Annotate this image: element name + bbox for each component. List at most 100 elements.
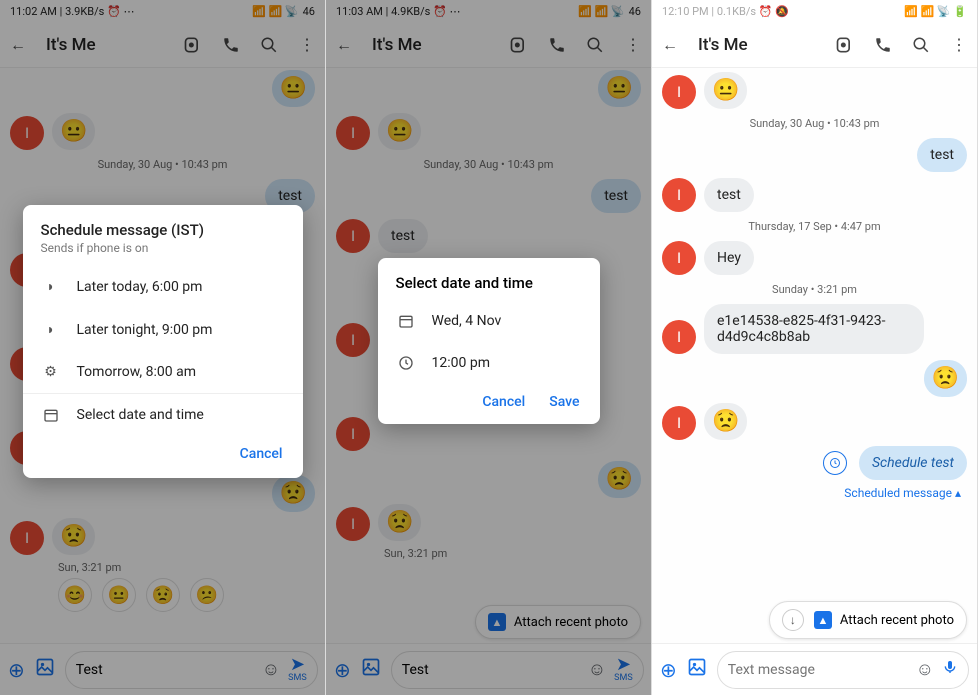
add-icon[interactable]: ⊕ <box>660 658 677 682</box>
search-icon[interactable] <box>585 35 605 55</box>
gallery-icon[interactable] <box>687 657 707 682</box>
status-bar: 11:03 AM | 4.9KB/s ⏰ ⋯ 📶 📶 📡 46 <box>326 0 651 22</box>
video-call-icon[interactable] <box>183 35 203 55</box>
down-arrow-icon: ↓ <box>782 609 804 631</box>
avatar[interactable]: I <box>336 116 370 150</box>
phone-screen-2: 11:03 AM | 4.9KB/s ⏰ ⋯ 📶 📶 📡 46 ← It's M… <box>326 0 652 695</box>
save-button[interactable]: Save <box>549 394 579 410</box>
schedule-option-later-tonight[interactable]: ◗Later tonight, 9:00 pm <box>23 308 303 351</box>
emoji-icon[interactable]: ☺ <box>262 659 280 680</box>
phone-screen-3: 12:10 PM | 0.1KB/s ⏰ 🔕 📶 📶 📡 🔋 ← It's Me… <box>652 0 978 695</box>
time-picker-row[interactable]: 12:00 pm <box>378 342 600 384</box>
timestamp: Sunday, 30 Aug • 10:43 pm <box>662 117 967 130</box>
conversation-title[interactable]: It's Me <box>46 35 165 55</box>
call-icon[interactable] <box>221 35 241 55</box>
emoji-option[interactable]: 😐 <box>102 578 136 612</box>
schedule-dialog: Schedule message (IST) Sends if phone is… <box>23 205 303 478</box>
timestamp-small: Sun, 3:21 pm <box>58 561 315 574</box>
recv-emoji: 😐 <box>52 113 95 150</box>
chat-area: I😐 Sunday, 30 Aug • 10:43 pm test Itest … <box>652 68 977 643</box>
date-picker-row[interactable]: Wed, 4 Nov <box>378 300 600 342</box>
scheduled-message-link[interactable]: Scheduled message ▴ <box>662 486 967 500</box>
schedule-option-tomorrow[interactable]: ⚙Tomorrow, 8:00 am <box>23 351 303 393</box>
message-input-container: ☺ ➤SMS <box>65 651 318 689</box>
message-input[interactable] <box>402 662 580 678</box>
cancel-button[interactable]: Cancel <box>240 446 283 462</box>
gear-icon: ⚙ <box>41 364 61 380</box>
recv-message[interactable]: Hey <box>704 241 754 275</box>
avatar[interactable]: I <box>662 320 696 354</box>
emoji-suggestions: 😊 😐 😟 😕 <box>10 574 315 616</box>
call-icon[interactable] <box>547 35 567 55</box>
conversation-title[interactable]: It's Me <box>698 35 817 55</box>
avatar[interactable]: I <box>336 507 370 541</box>
scheduled-message[interactable]: Schedule test <box>859 446 967 480</box>
emoji-option[interactable]: 😟 <box>146 578 180 612</box>
send-button[interactable]: ➤SMS <box>288 656 307 683</box>
emoji-option[interactable]: 😕 <box>190 578 224 612</box>
emoji-icon[interactable]: ☺ <box>916 659 934 680</box>
more-icon[interactable]: ⋮ <box>297 35 317 55</box>
recv-message[interactable]: test <box>704 178 754 212</box>
sent-emoji: 😟 <box>272 475 315 512</box>
search-icon[interactable] <box>911 35 931 55</box>
avatar[interactable]: I <box>10 521 44 555</box>
add-icon[interactable]: ⊕ <box>334 658 351 682</box>
recv-emoji: 😐 <box>704 72 747 109</box>
recv-emoji: 😟 <box>378 504 421 541</box>
sent-emoji: 😐 <box>598 70 641 107</box>
recv-message[interactable]: test <box>378 219 428 253</box>
sent-message[interactable]: test <box>591 179 641 213</box>
send-button[interactable]: ➤SMS <box>614 656 633 683</box>
timestamp: Sunday • 3:21 pm <box>662 283 967 296</box>
phone-screen-1: 11:02 AM | 3.9KB/s ⏰ ⋯ 📶 📶 📡 46 ← It's M… <box>0 0 326 695</box>
attach-photo-chip[interactable]: ▲ Attach recent photo <box>475 605 641 639</box>
back-icon[interactable]: ← <box>8 35 28 55</box>
emoji-option[interactable]: 😊 <box>58 578 92 612</box>
schedule-option-later-today[interactable]: ◗Later today, 6:00 pm <box>23 265 303 308</box>
add-icon[interactable]: ⊕ <box>8 658 25 682</box>
timestamp: Sunday, 30 Aug • 10:43 pm <box>336 158 641 171</box>
back-icon[interactable]: ← <box>660 35 680 55</box>
input-bar: ⊕ ☺ <box>652 643 977 695</box>
more-icon[interactable]: ⋮ <box>949 35 969 55</box>
recv-message[interactable]: e1e14538-e825-4f31-9423-d4d9c4c8b8ab <box>704 304 924 354</box>
moon-icon: ◗ <box>41 278 61 295</box>
emoji-icon[interactable]: ☺ <box>588 659 606 680</box>
video-call-icon[interactable] <box>509 35 529 55</box>
schedule-clock-icon <box>823 451 847 475</box>
avatar[interactable]: I <box>662 241 696 275</box>
image-icon: ▲ <box>814 611 832 629</box>
sent-message[interactable]: test <box>917 138 967 172</box>
avatar[interactable]: I <box>336 219 370 253</box>
back-icon[interactable]: ← <box>334 35 354 55</box>
dialog-title: Schedule message (IST) <box>41 221 285 239</box>
avatar[interactable]: I <box>336 417 370 451</box>
avatar[interactable]: I <box>662 406 696 440</box>
gallery-icon[interactable] <box>361 657 381 682</box>
schedule-option-select-datetime[interactable]: Select date and time <box>23 394 303 436</box>
more-icon[interactable]: ⋮ <box>623 35 643 55</box>
avatar[interactable]: I <box>662 178 696 212</box>
message-input[interactable] <box>76 662 254 678</box>
status-bar: 11:02 AM | 3.9KB/s ⏰ ⋯ 📶 📶 📡 46 <box>0 0 325 22</box>
dialog-title: Select date and time <box>378 274 600 300</box>
status-icons: 📶 📶 📡 46 <box>252 5 315 18</box>
mic-icon[interactable] <box>942 659 958 680</box>
message-input[interactable] <box>728 662 908 678</box>
timestamp: Thursday, 17 Sep • 4:47 pm <box>662 220 967 233</box>
gallery-icon[interactable] <box>35 657 55 682</box>
cancel-button[interactable]: Cancel <box>482 394 525 410</box>
input-bar: ⊕ ☺ ➤SMS <box>0 643 325 695</box>
calendar-icon <box>41 407 61 423</box>
video-call-icon[interactable] <box>835 35 855 55</box>
recv-emoji: 😐 <box>378 113 421 150</box>
search-icon[interactable] <box>259 35 279 55</box>
attach-photo-chip[interactable]: ↓ ▲ Attach recent photo <box>769 601 967 639</box>
conversation-title[interactable]: It's Me <box>372 35 491 55</box>
avatar[interactable]: I <box>662 75 696 109</box>
avatar[interactable]: I <box>10 116 44 150</box>
call-icon[interactable] <box>873 35 893 55</box>
avatar[interactable]: I <box>336 323 370 357</box>
recv-emoji: 😟 <box>52 518 95 555</box>
